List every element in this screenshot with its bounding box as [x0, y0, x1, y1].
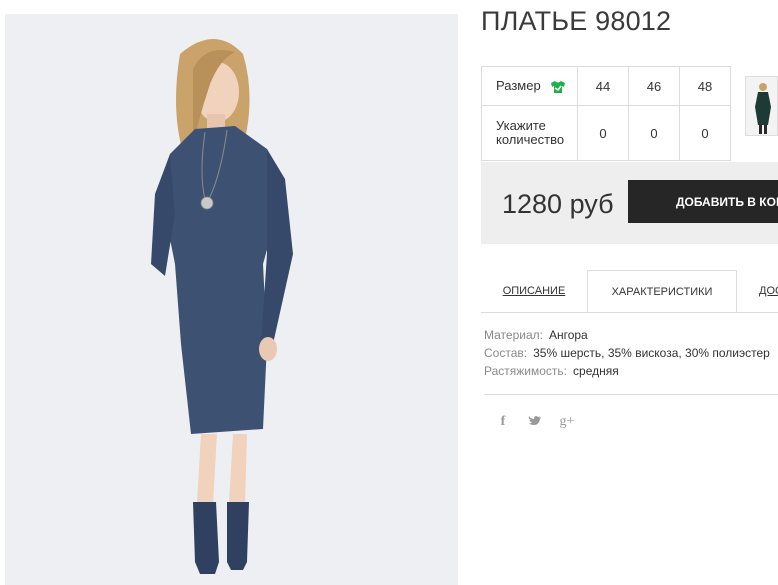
- specs-list: Материал: Ангора Состав: 35% шерсть, 35% в…: [484, 326, 770, 380]
- product-tabs: Описание Характеристики Доставка: [481, 270, 778, 313]
- tab-description[interactable]: Описание: [481, 270, 587, 312]
- product-photo[interactable]: [5, 14, 458, 585]
- size-quantity-table: Размер 44 46 48 Укажите количество 0 0 0: [481, 66, 731, 161]
- quantity-input-46[interactable]: 0: [628, 105, 680, 161]
- add-to-cart-label: ДОБАВИТЬ В КОРЗИНУ: [676, 194, 778, 209]
- spec-value: средняя: [573, 364, 619, 378]
- google-plus-icon[interactable]: g+: [558, 414, 576, 430]
- spec-value: Ангора: [548, 328, 588, 342]
- quantity-label-line2: количество: [496, 132, 565, 147]
- size-label: Размер: [496, 78, 541, 94]
- model-thumbnail-icon: [746, 77, 777, 135]
- add-to-cart-button[interactable]: ДОБАВИТЬ В КОРЗИНУ: [628, 180, 778, 223]
- tab-delivery[interactable]: Доставка: [737, 270, 778, 312]
- spec-value: 35% шерсть, 35% вискоза, 30% полиэстер: [533, 346, 770, 360]
- product-title: ПЛАТЬЕ 98012: [481, 6, 672, 36]
- size-label-cell: Размер: [481, 66, 578, 106]
- spec-key: Растяжимость:: [484, 364, 568, 378]
- social-share: f g+: [494, 414, 576, 430]
- product-thumbnail[interactable]: [745, 76, 778, 136]
- facebook-icon[interactable]: f: [494, 414, 512, 430]
- tab-characteristics[interactable]: Характеристики: [587, 270, 737, 312]
- spec-key: Состав:: [484, 346, 528, 360]
- twitter-icon[interactable]: [526, 414, 544, 430]
- size-option-44[interactable]: 44: [577, 66, 629, 106]
- quantity-label-line1: Укажите: [496, 118, 546, 133]
- spec-row-stretch: Растяжимость: средняя: [484, 362, 770, 380]
- size-option-48[interactable]: 48: [679, 66, 731, 106]
- quantity-input-48[interactable]: 0: [679, 105, 731, 161]
- quantity-input-44[interactable]: 0: [577, 105, 629, 161]
- spec-row-material: Материал: Ангора: [484, 326, 770, 344]
- model-photo-illustration: [5, 14, 458, 585]
- price-panel: 1280 руб ДОБАВИТЬ В КОРЗИНУ: [481, 162, 778, 244]
- spec-key: Материал:: [484, 328, 543, 342]
- spec-row-composition: Состав: 35% шерсть, 35% вискоза, 30% поли…: [484, 344, 770, 362]
- quantity-label-cell: Укажите количество: [481, 105, 578, 161]
- divider: [484, 394, 778, 395]
- product-price: 1280 руб: [502, 189, 614, 219]
- size-option-46[interactable]: 46: [628, 66, 680, 106]
- tshirt-icon[interactable]: [550, 80, 566, 94]
